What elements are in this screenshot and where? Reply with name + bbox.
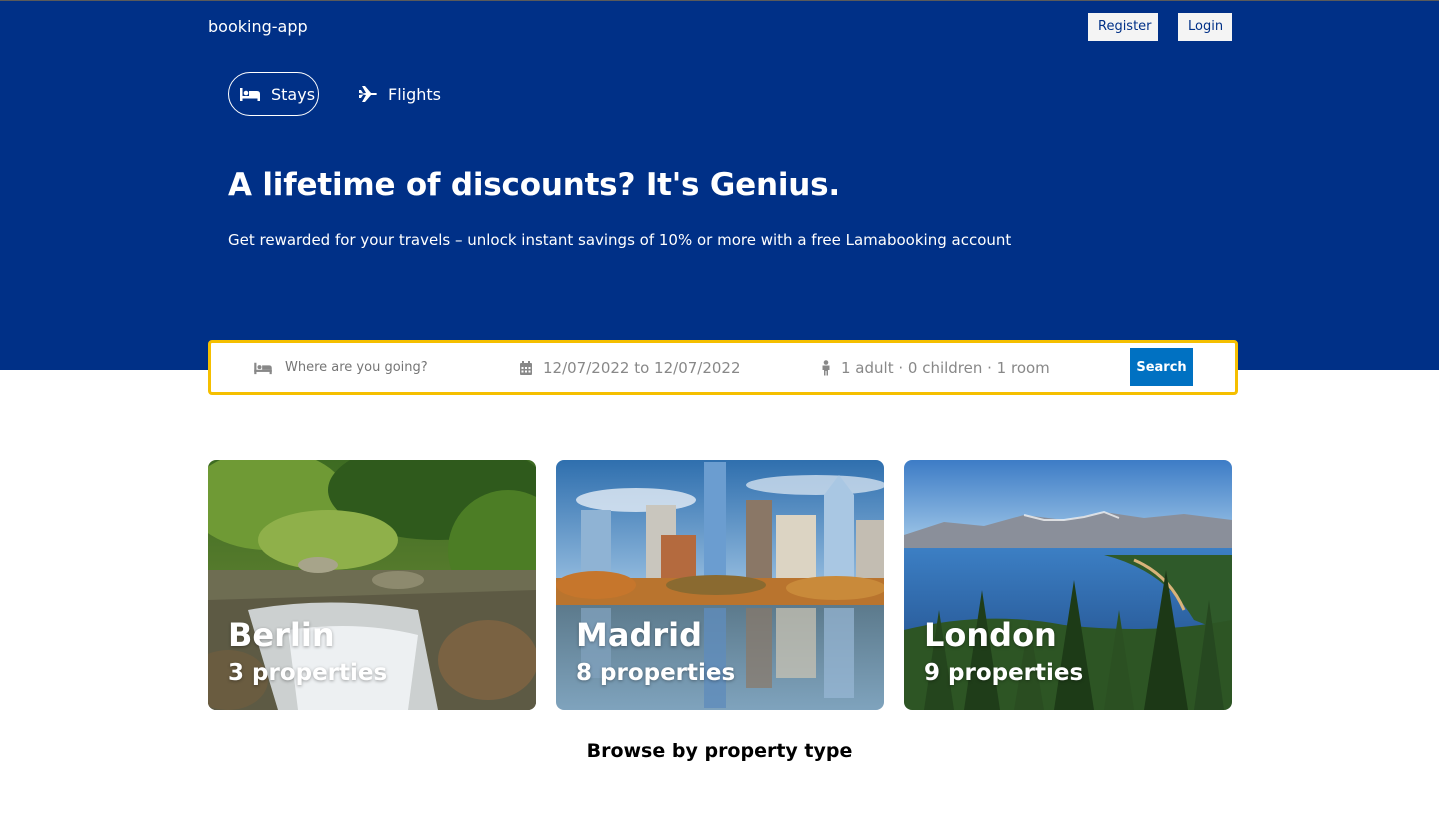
section-title-property-type: Browse by property type <box>586 740 853 762</box>
tab-stays[interactable]: Stays <box>228 72 319 116</box>
search-bar: 12/07/2022 to 12/07/2022 1 adult · 0 chi… <box>208 340 1238 395</box>
card-property-count: 3 properties <box>228 660 388 686</box>
plane-icon <box>359 86 377 102</box>
hero-header: booking-app Register Login Stays Flights… <box>0 1 1439 370</box>
brand-logo[interactable]: booking-app <box>208 17 308 36</box>
tab-flights[interactable]: Flights <box>358 72 441 116</box>
bed-icon <box>240 88 260 101</box>
featured-card-london[interactable]: London 9 properties <box>904 460 1232 710</box>
card-city-name: London <box>924 616 1057 654</box>
hero-headline: A lifetime of discounts? It's Genius. <box>228 167 840 203</box>
calendar-icon <box>520 360 532 375</box>
card-city-name: Madrid <box>576 616 702 654</box>
card-property-count: 9 properties <box>924 660 1084 686</box>
date-range-text: 12/07/2022 to 12/07/2022 <box>543 358 741 377</box>
featured-card-berlin[interactable]: Berlin 3 properties <box>208 460 536 710</box>
bed-icon <box>254 362 272 374</box>
card-city-name: Berlin <box>228 616 335 654</box>
hero-subheadline: Get rewarded for your travels – unlock i… <box>228 231 1012 249</box>
featured-card-madrid[interactable]: Madrid 8 properties <box>556 460 884 710</box>
destination-field[interactable] <box>253 343 485 392</box>
guest-selector[interactable]: 1 adult · 0 children · 1 room <box>821 343 1050 392</box>
search-button[interactable]: Search <box>1130 348 1193 386</box>
date-range-picker[interactable]: 12/07/2022 to 12/07/2022 <box>519 343 741 392</box>
person-icon <box>822 359 830 375</box>
login-button[interactable]: Login <box>1178 13 1232 41</box>
register-button[interactable]: Register <box>1088 13 1158 41</box>
tab-flights-label: Flights <box>388 84 441 104</box>
destination-input[interactable] <box>285 360 485 375</box>
card-property-count: 8 properties <box>576 660 736 686</box>
guest-summary-text: 1 adult · 0 children · 1 room <box>841 358 1050 377</box>
tab-stays-label: Stays <box>271 84 316 104</box>
